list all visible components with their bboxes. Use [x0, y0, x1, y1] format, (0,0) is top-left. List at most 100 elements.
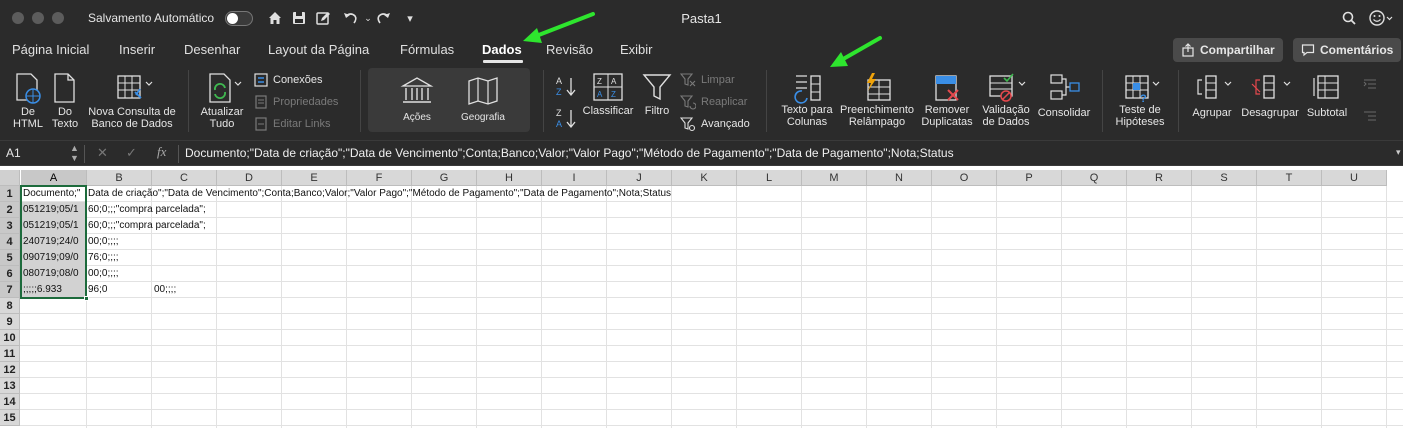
- row-header-12[interactable]: 12: [0, 362, 20, 378]
- column-header-t[interactable]: T: [1257, 170, 1322, 186]
- row-header-15[interactable]: 15: [0, 410, 20, 426]
- stocks-button[interactable]: Ações: [392, 76, 442, 124]
- fx-icon[interactable]: fx: [157, 144, 166, 160]
- autosave-toggle[interactable]: [225, 11, 253, 26]
- cancel-icon[interactable]: ✕: [97, 145, 108, 161]
- row-header-13[interactable]: 13: [0, 378, 20, 394]
- cell-b2[interactable]: 60;0;;;"compra parcelada";: [88, 202, 206, 218]
- connections-button[interactable]: Conexões: [254, 73, 323, 87]
- column-header-c[interactable]: C: [152, 170, 217, 186]
- column-header-a[interactable]: A: [21, 170, 87, 186]
- cell-b1[interactable]: Data de criação";"Data de Vencimento";Co…: [88, 186, 671, 202]
- text-to-columns-button[interactable]: Texto para Colunas: [776, 72, 838, 128]
- reapply-button[interactable]: Reaplicar: [680, 94, 747, 110]
- column-header-j[interactable]: J: [607, 170, 672, 186]
- cell-b7[interactable]: 96;0: [88, 282, 151, 298]
- column-header-r[interactable]: R: [1127, 170, 1192, 186]
- edit-links-button[interactable]: Editar Links: [254, 117, 330, 131]
- row-header-4[interactable]: 4: [0, 234, 20, 250]
- flash-fill-button[interactable]: Preenchimento Relâmpago: [838, 72, 916, 128]
- row-header-11[interactable]: 11: [0, 346, 20, 362]
- column-header-e[interactable]: E: [282, 170, 347, 186]
- from-text-button[interactable]: Do Texto: [48, 72, 82, 130]
- cell-c7[interactable]: 00;;;;: [154, 282, 176, 298]
- redo-icon[interactable]: [374, 8, 394, 28]
- search-icon[interactable]: [1339, 8, 1359, 28]
- sort-za-button[interactable]: ZA: [553, 106, 579, 132]
- row-header-10[interactable]: 10: [0, 330, 20, 346]
- row-header-5[interactable]: 5: [0, 250, 20, 266]
- column-header-o[interactable]: O: [932, 170, 997, 186]
- row-header-6[interactable]: 6: [0, 266, 20, 282]
- column-header-q[interactable]: Q: [1062, 170, 1127, 186]
- column-header-m[interactable]: M: [802, 170, 867, 186]
- group-button[interactable]: Agrupar: [1186, 72, 1238, 119]
- close-window-button[interactable]: [12, 12, 24, 24]
- zoom-window-button[interactable]: [52, 12, 64, 24]
- remove-duplicates-button[interactable]: Remover Duplicatas: [918, 72, 976, 128]
- cell-b5[interactable]: 76;0;;;;: [88, 250, 119, 266]
- show-detail-icon[interactable]: [1360, 78, 1380, 90]
- tab-exibir[interactable]: Exibir: [620, 42, 653, 57]
- tab-formulas[interactable]: Fórmulas: [400, 42, 454, 57]
- column-header-l[interactable]: L: [737, 170, 802, 186]
- edit-icon[interactable]: [313, 8, 333, 28]
- column-header-p[interactable]: P: [997, 170, 1062, 186]
- refresh-all-button[interactable]: Atualizar Tudo: [196, 72, 248, 130]
- minimize-window-button[interactable]: [32, 12, 44, 24]
- cell-a1[interactable]: Documento;": [23, 186, 86, 202]
- row-header-2[interactable]: 2: [0, 202, 20, 218]
- properties-button[interactable]: Propriedades: [254, 95, 338, 109]
- customize-toolbar-icon[interactable]: ▾: [400, 8, 420, 28]
- filter-button[interactable]: Filtro: [640, 72, 674, 117]
- row-header-1[interactable]: 1: [0, 186, 20, 202]
- from-html-button[interactable]: De HTML: [8, 72, 48, 130]
- row-header-7[interactable]: 7: [0, 282, 20, 298]
- column-header-s[interactable]: S: [1192, 170, 1257, 186]
- row-header-14[interactable]: 14: [0, 394, 20, 410]
- advanced-filter-button[interactable]: Avançado: [680, 116, 750, 132]
- cell-a2[interactable]: 051219;05/1: [23, 202, 86, 218]
- row-header-3[interactable]: 3: [0, 218, 20, 234]
- undo-icon[interactable]: [340, 8, 360, 28]
- formula-input[interactable]: Documento;"Data de criação";"Data de Ven…: [185, 146, 954, 160]
- worksheet-grid[interactable]: A B C D E F G H I J K L M N O P Q R S T U 1 2 3 4 5 6 7 8 9 10 11 12 13 14…: [0, 166, 1403, 428]
- tab-inserir[interactable]: Inserir: [119, 42, 155, 57]
- cell-b4[interactable]: 00;0;;;;: [88, 234, 119, 250]
- expand-formula-icon[interactable]: ▾: [1396, 147, 1401, 158]
- tab-desenhar[interactable]: Desenhar: [184, 42, 240, 57]
- data-validation-button[interactable]: Validação de Dados: [978, 72, 1034, 128]
- column-header-h[interactable]: H: [477, 170, 542, 186]
- name-box[interactable]: A1: [6, 146, 21, 160]
- column-header-u[interactable]: U: [1322, 170, 1387, 186]
- ungroup-button[interactable]: Desagrupar: [1240, 72, 1300, 119]
- cell-a5[interactable]: 090719;09/0: [23, 250, 86, 266]
- select-all-corner[interactable]: [0, 170, 20, 186]
- save-icon[interactable]: [289, 8, 309, 28]
- clear-filter-button[interactable]: Limpar: [680, 72, 735, 88]
- subtotal-button[interactable]: Subtotal: [1302, 72, 1352, 119]
- home-icon[interactable]: [265, 8, 285, 28]
- sort-az-button[interactable]: AZ: [553, 74, 579, 100]
- cell-a6[interactable]: 080719;08/0: [23, 266, 86, 282]
- geography-button[interactable]: Geografia: [456, 76, 510, 124]
- name-box-stepper-icon[interactable]: ▲ ▼: [70, 143, 79, 163]
- row-header-9[interactable]: 9: [0, 314, 20, 330]
- cell-a3[interactable]: 051219;05/1: [23, 218, 86, 234]
- column-header-b[interactable]: B: [87, 170, 152, 186]
- cell-a7[interactable]: ;;;;;6.933: [23, 282, 86, 298]
- share-button[interactable]: Compartilhar: [1173, 38, 1283, 62]
- confirm-icon[interactable]: ✓: [126, 145, 137, 161]
- column-header-k[interactable]: K: [672, 170, 737, 186]
- row-header-8[interactable]: 8: [0, 298, 20, 314]
- tab-layout-da-pagina[interactable]: Layout da Página: [268, 42, 369, 57]
- column-header-g[interactable]: G: [412, 170, 477, 186]
- cell-b6[interactable]: 00;0;;;;: [88, 266, 119, 282]
- sort-button[interactable]: ZAAZ Classificar: [580, 72, 636, 117]
- what-if-analysis-button[interactable]: ? Teste de Hipóteses: [1110, 72, 1170, 128]
- column-header-f[interactable]: F: [347, 170, 412, 186]
- tab-pagina-inicial[interactable]: Página Inicial: [12, 42, 89, 57]
- hide-detail-icon[interactable]: [1360, 110, 1380, 122]
- column-header-n[interactable]: N: [867, 170, 932, 186]
- comments-button[interactable]: Comentários: [1293, 38, 1402, 62]
